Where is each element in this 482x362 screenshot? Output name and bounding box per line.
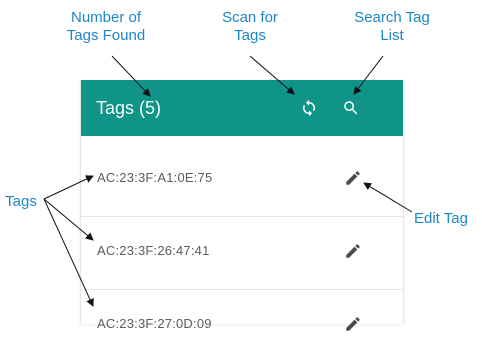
callout-number-of-tags-found: Number of Tags Found	[56, 9, 156, 45]
tag-row[interactable]: AC:23:3F:A1:0E:75	[81, 144, 403, 217]
refresh-icon	[303, 99, 315, 117]
callout-line: List	[380, 27, 404, 44]
tag-id: AC:23:3F:A1:0E:75	[97, 170, 213, 185]
pencil-icon	[346, 244, 360, 258]
scan-button[interactable]	[295, 94, 323, 122]
edit-tag-button[interactable]	[341, 312, 365, 336]
edit-tag-button[interactable]	[341, 239, 365, 263]
callout-line: Search Tag	[354, 9, 430, 26]
callout-tags: Tags	[1, 193, 41, 211]
callout-line: Edit Tag	[414, 210, 468, 227]
tag-row[interactable]: AC:23:3F:26:47:41	[81, 217, 403, 290]
callout-line: Tags Found	[66, 27, 146, 44]
search-button[interactable]	[337, 94, 365, 122]
tags-panel: Tags (5) AC:23:3F:A1:0E:75 AC:23:3F:26:4…	[80, 80, 404, 331]
callout-line: Tags	[5, 193, 37, 210]
callout-edit-tag: Edit Tag	[414, 210, 482, 228]
callout-search-tag-list: Search Tag List	[344, 9, 440, 45]
callout-line: Scan for	[222, 9, 278, 26]
pencil-icon	[346, 317, 360, 331]
search-icon	[344, 101, 358, 115]
tag-id: AC:23:3F:27:0D:09	[97, 316, 212, 331]
callout-line: Tags	[234, 27, 266, 44]
app-header: Tags (5)	[81, 80, 403, 136]
callout-line: Number of	[70, 9, 142, 26]
page-title: Tags (5)	[96, 98, 162, 118]
tag-id: AC:23:3F:26:47:41	[97, 243, 210, 258]
callout-scan-for-tags: Scan for Tags	[208, 9, 292, 45]
edit-tag-button[interactable]	[341, 166, 365, 190]
tag-list: AC:23:3F:A1:0E:75 AC:23:3F:26:47:41 AC:2…	[81, 144, 403, 362]
pencil-icon	[346, 171, 360, 185]
tag-row[interactable]: AC:23:3F:27:0D:09	[81, 290, 403, 362]
